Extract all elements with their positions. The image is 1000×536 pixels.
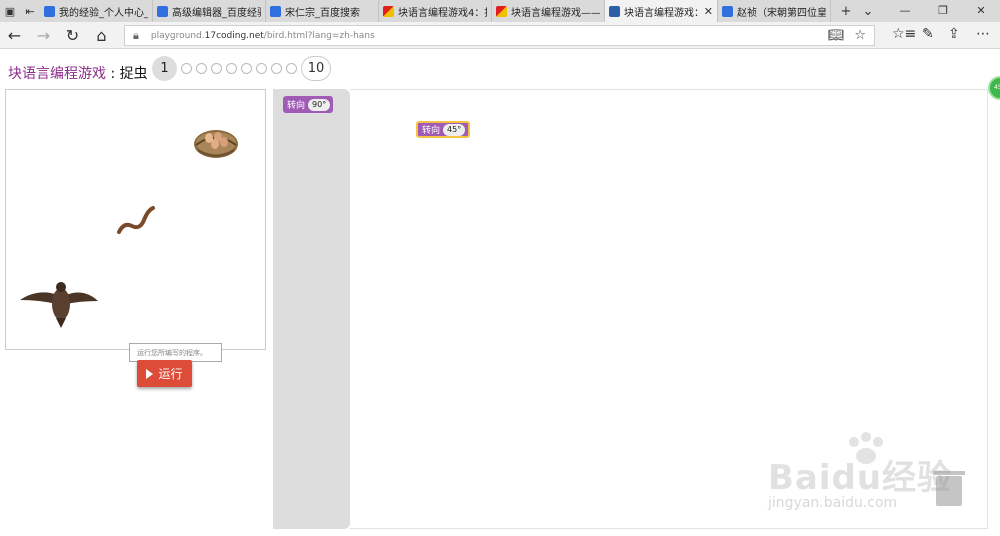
browser-tab-bar: ▣ ⇤ 我的经验_个人中心_百度 高级编辑器_百度经验 宋仁宗_百度搜索 块语言… [0,0,1000,22]
level-dot[interactable] [256,63,267,74]
turn-angle-field[interactable]: 45° [443,123,466,136]
level-selector: 1 10 [152,56,331,81]
url-text: playground.17coding.net/bird.html?lang=z… [150,30,375,41]
bird-icon [20,282,98,328]
back-icon[interactable]: ← [0,26,29,45]
stage-canvas [20,130,238,328]
close-window-icon[interactable]: ✕ [962,0,1000,22]
share-icon[interactable]: ⇪ [948,26,960,42]
game-icon [496,5,507,17]
game-stage [5,89,266,350]
paw-icon [722,5,733,17]
level-dot[interactable] [211,63,222,74]
lock-icon: 🔒︎ [133,28,139,42]
game-header: 块语言编程游戏 : 捉虫 1 10 [0,50,1000,90]
forward-icon[interactable]: → [29,26,58,45]
game-block-icon [609,5,620,17]
level-dot[interactable] [271,63,282,74]
notes-pen-icon[interactable]: ✎ [922,26,934,42]
paw-icon [157,5,168,17]
minimize-icon[interactable]: — [886,0,924,22]
maximize-icon[interactable]: ❐ [924,0,962,22]
browser-nav-bar: ← → ↻ ⌂ 🔒︎ playground.17coding.net/bird.… [0,22,1000,49]
browser-tab[interactable]: 高级编辑器_百度经验 [153,0,266,22]
paw-icon [270,5,281,17]
block-toolbox: 转向 90° [273,89,350,529]
baidu-watermark: Baidu经验 jingyan.baidu.com [760,428,960,518]
browser-tab[interactable]: 我的经验_个人中心_百度 [40,0,153,22]
level-dot[interactable] [226,63,237,74]
browser-tab[interactable]: 块语言编程游戏4：捉虫 [379,0,492,22]
favorite-star-icon[interactable]: ☆ [854,28,866,43]
browser-tab[interactable]: 赵祯（宋朝第四位皇帝 [718,0,831,22]
level-last[interactable]: 10 [301,56,331,81]
level-dot[interactable] [196,63,207,74]
turn-block[interactable]: 转向 90° [283,96,334,113]
turn-angle-field[interactable]: 90° [308,98,331,111]
more-icon[interactable]: ⋯ [976,26,990,42]
side-widget-icon[interactable]: 45 [988,76,1000,100]
game-icon [383,5,394,17]
run-button[interactable]: 运行 [137,360,192,387]
browser-tab[interactable]: 宋仁宗_百度搜索 [266,0,379,22]
turn-block-placed[interactable]: 转向 45° [416,121,471,138]
tab-manager-icon[interactable]: ▣ [0,0,20,22]
refresh-icon[interactable]: ↻ [58,26,87,45]
run-button-label: 运行 [158,367,183,381]
level-dot[interactable] [286,63,297,74]
browser-tab[interactable]: 块语言编程游戏——新问 [492,0,605,22]
worm-icon [117,206,155,234]
play-icon [146,368,154,379]
trash-icon[interactable] [933,471,965,506]
nest-icon [194,130,238,158]
new-tab-icon[interactable]: + [835,4,857,19]
page-title: 块语言编程游戏 : 捉虫 [8,66,148,82]
chevron-down-icon[interactable]: ⌄ [857,4,879,19]
paw-icon [44,5,55,17]
turn-block-label: 转向 [422,126,441,136]
level-dot[interactable] [241,63,252,74]
browser-tab-active[interactable]: 块语言编程游戏：捉✕ [605,0,718,22]
set-aside-tabs-icon[interactable]: ⇤ [20,0,40,22]
level-current[interactable]: 1 [152,56,177,81]
home-icon[interactable]: ⌂ [87,26,116,45]
level-dot[interactable] [181,63,192,74]
favorites-hub-icon[interactable]: ☆≡ [892,26,916,42]
turn-block-label: 转向 [287,101,306,111]
close-tab-icon[interactable]: ✕ [704,5,713,18]
reading-view-icon[interactable]: 📖︎ [828,28,845,43]
address-bar[interactable]: 🔒︎ playground.17coding.net/bird.html?lan… [124,25,875,46]
